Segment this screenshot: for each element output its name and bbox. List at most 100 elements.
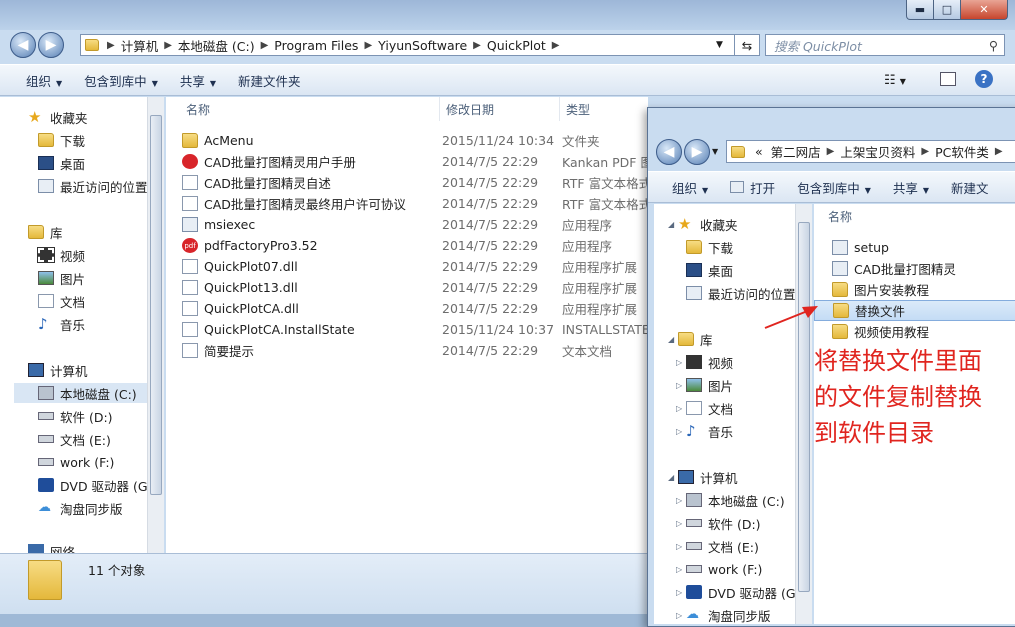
nav-item-cloud[interactable]: ▷ ☁ 淘盘同步版: [676, 605, 771, 624]
column-date[interactable]: 修改日期: [440, 97, 560, 121]
help-icon[interactable]: ?: [975, 70, 993, 88]
breadcrumb[interactable]: YiyunSoftware: [374, 38, 471, 53]
share-menu[interactable]: 共享 ▼: [169, 71, 227, 90]
include-library-menu[interactable]: 包含到库中 ▼: [73, 71, 169, 90]
nav-computer[interactable]: ◢ 计算机: [668, 467, 738, 487]
back-button[interactable]: ◀: [656, 139, 682, 165]
nav-item-drive-d[interactable]: ▷ 软件 (D:): [676, 513, 761, 533]
file-row[interactable]: AcMenu 2015/11/24 10:34 文件夹: [166, 130, 648, 151]
nav-item-documents[interactable]: ▷ 文档: [676, 398, 733, 418]
nav-favorites[interactable]: ◢ ★ 收藏夹: [668, 214, 738, 234]
file-row[interactable]: pdf pdfFactoryPro3.52 2014/7/5 22:29 应用程序: [166, 235, 648, 256]
nav-item-drive-e[interactable]: ▷ 文档 (E:): [676, 536, 759, 556]
new-folder-label: 新建文件夹: [238, 73, 301, 89]
file-row[interactable]: 替换文件: [814, 300, 1015, 321]
new-folder-button[interactable]: 新建文件夹: [227, 71, 312, 90]
nav-item-videos[interactable]: 视频: [37, 245, 85, 265]
address-bar[interactable]: « 第二网店 ▶ 上架宝贝资料 ▶ PC软件类 ▶: [726, 140, 1015, 163]
nav-network[interactable]: 网络: [28, 541, 75, 553]
nav-libraries[interactable]: 库: [28, 222, 63, 242]
setup-icon: [832, 240, 848, 255]
breadcrumb[interactable]: 上架宝贝资料: [836, 142, 919, 161]
nav-item-videos[interactable]: ▷ 视频: [676, 352, 733, 372]
nav-scrollbar[interactable]: [795, 204, 812, 624]
command-bar: 组织 ▼ 打开 包含到库中 ▼ 共享 ▼ 新建文: [648, 171, 1015, 203]
minimize-button[interactable]: ▬: [906, 0, 934, 20]
nav-item-dvd[interactable]: DVD 驱动器 (G:): [38, 475, 157, 495]
file-row[interactable]: 视频使用教程: [814, 321, 1015, 342]
nav-item-drive-c[interactable]: 本地磁盘 (C:): [14, 383, 150, 403]
file-row[interactable]: CAD批量打图精灵自述 2014/7/5 22:29 RTF 富文本格式: [166, 172, 648, 193]
file-row[interactable]: 图片安装教程: [814, 279, 1015, 300]
nav-label: 收藏夹: [700, 217, 738, 233]
nav-item-drive-f[interactable]: ▷ work (F:): [676, 559, 762, 579]
search-input[interactable]: 搜索 QuickPlot ⚲: [765, 34, 1005, 56]
share-menu[interactable]: 共享 ▼: [882, 178, 940, 197]
open-button[interactable]: 打开: [719, 178, 786, 197]
address-bar[interactable]: ▶ 计算机 ▶ 本地磁盘 (C:) ▶ Program Files ▶ YiyunSof…: [80, 34, 760, 56]
column-name[interactable]: 名称: [180, 97, 440, 121]
nav-item-documents[interactable]: 文档: [38, 291, 85, 311]
breadcrumb[interactable]: Program Files: [270, 38, 362, 53]
file-row[interactable]: CAD批量打图精灵用户手册 2014/7/5 22:29 Kankan PDF 图: [166, 151, 648, 172]
file-row[interactable]: 简要提示 2014/7/5 22:29 文本文档: [166, 340, 648, 361]
nav-scrollbar[interactable]: [147, 97, 164, 553]
organize-menu[interactable]: 组织 ▼: [648, 178, 719, 197]
nav-libraries[interactable]: ◢ 库: [668, 329, 713, 349]
breadcrumb[interactable]: 第二网店: [767, 142, 825, 161]
nav-item-downloads[interactable]: 下载: [38, 130, 85, 150]
nav-item-desktop[interactable]: 桌面: [38, 153, 85, 173]
nav-item-dvd[interactable]: ▷ DVD 驱动器 (G:): [676, 582, 805, 602]
breadcrumb[interactable]: 本地磁盘 (C:): [174, 36, 259, 55]
maximize-button[interactable]: □: [933, 0, 961, 20]
file-row[interactable]: CAD批量打图精灵: [814, 258, 1015, 279]
file-row[interactable]: QuickPlotCA.InstallState 2015/11/24 10:37…: [166, 319, 648, 340]
column-type[interactable]: 类型: [560, 97, 648, 121]
nav-item-music[interactable]: ♪ 音乐: [38, 314, 85, 334]
close-button[interactable]: ✕: [960, 0, 1008, 20]
dvd-icon: [38, 478, 54, 492]
nav-item-pictures[interactable]: 图片: [38, 268, 85, 288]
download-folder-icon: [38, 133, 54, 147]
file-row[interactable]: QuickPlot07.dll 2014/7/5 22:29 应用程序扩展: [166, 256, 648, 277]
file-row[interactable]: QuickPlotCA.dll 2014/7/5 22:29 应用程序扩展: [166, 298, 648, 319]
nav-item-drive-e[interactable]: 文档 (E:): [38, 429, 111, 449]
nav-computer[interactable]: 计算机: [28, 360, 88, 380]
nav-item-drive-f[interactable]: work (F:): [38, 452, 114, 472]
nav-item-desktop[interactable]: 桌面: [686, 260, 733, 280]
nav-item-drive-d[interactable]: 软件 (D:): [38, 406, 113, 426]
refresh-icon[interactable]: ⇆: [734, 34, 760, 56]
breadcrumb[interactable]: 计算机: [117, 36, 163, 55]
file-type: 文本文档: [562, 344, 613, 359]
address-overflow[interactable]: «: [751, 144, 767, 159]
nav-item-recent[interactable]: 最近访问的位置: [38, 176, 148, 196]
address-dropdown-icon[interactable]: ▼: [716, 40, 723, 50]
nav-item-pictures[interactable]: ▷ 图片: [676, 375, 733, 395]
file-row[interactable]: CAD批量打图精灵最终用户许可协议 2014/7/5 22:29 RTF 富文本格式: [166, 193, 648, 214]
back-button[interactable]: ◀: [10, 32, 36, 58]
search-icon: ⚲: [988, 37, 998, 53]
include-library-menu[interactable]: 包含到库中 ▼: [786, 178, 882, 197]
organize-menu[interactable]: 组织 ▼: [0, 71, 73, 90]
preview-pane-icon[interactable]: [940, 72, 956, 86]
file-name: QuickPlot13.dll: [204, 280, 298, 295]
nav-favorites[interactable]: ★ 收藏夹: [28, 107, 88, 127]
breadcrumb[interactable]: PC软件类: [931, 142, 993, 161]
recent-pages-icon[interactable]: ▼: [712, 147, 718, 156]
breadcrumb[interactable]: QuickPlot: [483, 38, 550, 53]
nav-item-cloud[interactable]: ☁ 淘盘同步版: [38, 498, 123, 518]
nav-item-music[interactable]: ▷ ♪ 音乐: [676, 421, 733, 441]
forward-button[interactable]: ▶: [38, 32, 64, 58]
file-row[interactable]: QuickPlot13.dll 2014/7/5 22:29 应用程序扩展: [166, 277, 648, 298]
scroll-thumb[interactable]: [798, 222, 810, 592]
nav-item-drive-c[interactable]: ▷ 本地磁盘 (C:): [676, 490, 785, 510]
view-options-icon[interactable]: ☷ ▼: [884, 73, 906, 88]
forward-button[interactable]: ▶: [684, 139, 710, 165]
column-name[interactable]: 名称: [822, 204, 1015, 228]
scroll-thumb[interactable]: [150, 115, 162, 495]
file-row[interactable]: setup: [814, 237, 1015, 258]
file-row[interactable]: msiexec 2014/7/5 22:29 应用程序: [166, 214, 648, 235]
new-folder-button[interactable]: 新建文: [940, 178, 1000, 197]
nav-item-downloads[interactable]: 下载: [686, 237, 733, 257]
annotation-arrow: [764, 306, 818, 329]
